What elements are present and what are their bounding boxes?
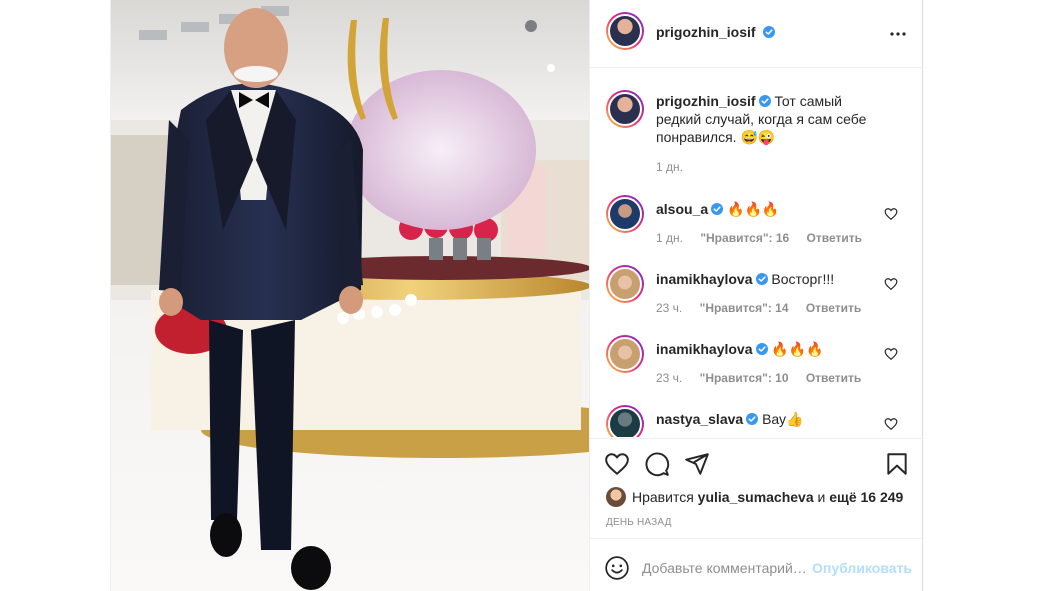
liker-avatar[interactable] [606, 487, 626, 507]
comment-heart-icon[interactable] [884, 417, 898, 431]
comment-username[interactable]: inamikhaylova [656, 341, 753, 357]
comment-meta: 1 дн. "Нравится": 16 Ответить [656, 231, 876, 245]
likes-prefix: Нравится [632, 489, 694, 505]
comment-likes-count[interactable]: "Нравится": 16 [700, 231, 789, 245]
reply-button[interactable]: Ответить [806, 301, 861, 315]
post-actions: Нравится yulia_sumacheva и ещё 16 249 ДЕ… [590, 438, 924, 538]
instagram-post: prigozhin_iosif prigozhin_iosif Тот самы… [110, 0, 924, 591]
more-options-icon[interactable] [886, 22, 910, 46]
comments-list[interactable]: prigozhin_iosif Тот самый редкий случай,… [590, 69, 924, 437]
comment-body: 🔥🔥🔥 [771, 341, 824, 357]
verified-badge-icon [755, 343, 768, 355]
author-avatar[interactable] [606, 90, 644, 128]
caption-age[interactable]: 1 дн. [656, 160, 683, 174]
commenter-avatar[interactable] [606, 405, 644, 437]
comment-heart-icon[interactable] [884, 347, 898, 361]
comment-username[interactable]: inamikhaylova [656, 271, 753, 287]
bookmark-icon[interactable] [884, 451, 910, 477]
reply-button[interactable]: Ответить [806, 371, 861, 385]
caption-row: prigozhin_iosif Тот самый редкий случай,… [590, 86, 924, 176]
comment-input[interactable] [642, 557, 812, 579]
comment-text: inamikhaylova Восторг!!! [656, 270, 886, 288]
comment-row: inamikhaylova 🔥🔥🔥 23 ч. "Нравится": 10 О… [590, 333, 924, 393]
publish-button[interactable]: Опубликовать [812, 560, 912, 576]
reply-button[interactable]: Ответить [807, 231, 862, 245]
verified-badge-icon [711, 203, 724, 215]
comment-text: inamikhaylova 🔥🔥🔥 [656, 340, 886, 358]
author-username[interactable]: prigozhin_iosif [656, 24, 756, 40]
comment-icon[interactable] [644, 451, 670, 477]
comment-text: nastya_slava Вау👍 [656, 410, 886, 428]
post-photo[interactable] [111, 0, 589, 591]
share-icon[interactable] [684, 451, 710, 477]
commenter-avatar[interactable] [606, 335, 644, 373]
emoji-icon[interactable] [604, 555, 630, 581]
comment-heart-icon[interactable] [884, 277, 898, 291]
comment-body: 🔥🔥🔥 [727, 201, 780, 217]
comment-age[interactable]: 23 ч. [656, 301, 682, 315]
commenter-avatar[interactable] [606, 265, 644, 303]
comment-meta: 23 ч. "Нравится": 14 Ответить [656, 301, 875, 315]
likes-middle: и [817, 489, 826, 505]
comment-body: Восторг!!! [771, 271, 835, 287]
comment-heart-icon[interactable] [884, 207, 898, 221]
comment-likes-count[interactable]: "Нравится": 14 [700, 301, 789, 315]
comment-row: alsou_a 🔥🔥🔥 1 дн. "Нравится": 16 Ответит… [590, 193, 924, 253]
comment-row: nastya_slava Вау👍 [590, 403, 924, 437]
comment-username[interactable]: nastya_slava [656, 411, 743, 427]
verified-badge-icon [755, 273, 768, 285]
post-side-panel: prigozhin_iosif prigozhin_iosif Тот самы… [589, 0, 924, 591]
comment-likes-count[interactable]: "Нравится": 10 [700, 371, 789, 385]
post-header: prigozhin_iosif [590, 0, 924, 68]
author-avatar[interactable] [606, 12, 644, 50]
verified-badge-icon [746, 413, 759, 425]
likes-summary: Нравится yulia_sumacheva и ещё 16 249 [606, 487, 903, 507]
likes-count[interactable]: ещё 16 249 [829, 489, 903, 505]
caption-meta: 1 дн. [656, 160, 697, 174]
comment-row: inamikhaylova Восторг!!! 23 ч. "Нравится… [590, 263, 924, 323]
commenter-avatar[interactable] [606, 195, 644, 233]
caption-text: prigozhin_iosif Тот самый редкий случай,… [656, 92, 886, 146]
post-timestamp[interactable]: ДЕНЬ НАЗАД [606, 517, 672, 528]
liker-username[interactable]: yulia_sumacheva [698, 489, 814, 505]
comment-body: Вау👍 [762, 411, 804, 427]
photo-illustration [111, 0, 589, 591]
heart-icon[interactable] [604, 451, 630, 477]
add-comment-bar: Опубликовать [590, 538, 924, 591]
comment-age[interactable]: 23 ч. [656, 371, 682, 385]
comment-username[interactable]: alsou_a [656, 201, 708, 217]
caption-username[interactable]: prigozhin_iosif [656, 93, 756, 109]
comment-text: alsou_a 🔥🔥🔥 [656, 200, 886, 218]
comment-meta: 23 ч. "Нравится": 10 Ответить [656, 371, 875, 385]
comment-age[interactable]: 1 дн. [656, 231, 683, 245]
verified-badge-icon [763, 26, 776, 38]
verified-badge-icon [758, 95, 771, 107]
